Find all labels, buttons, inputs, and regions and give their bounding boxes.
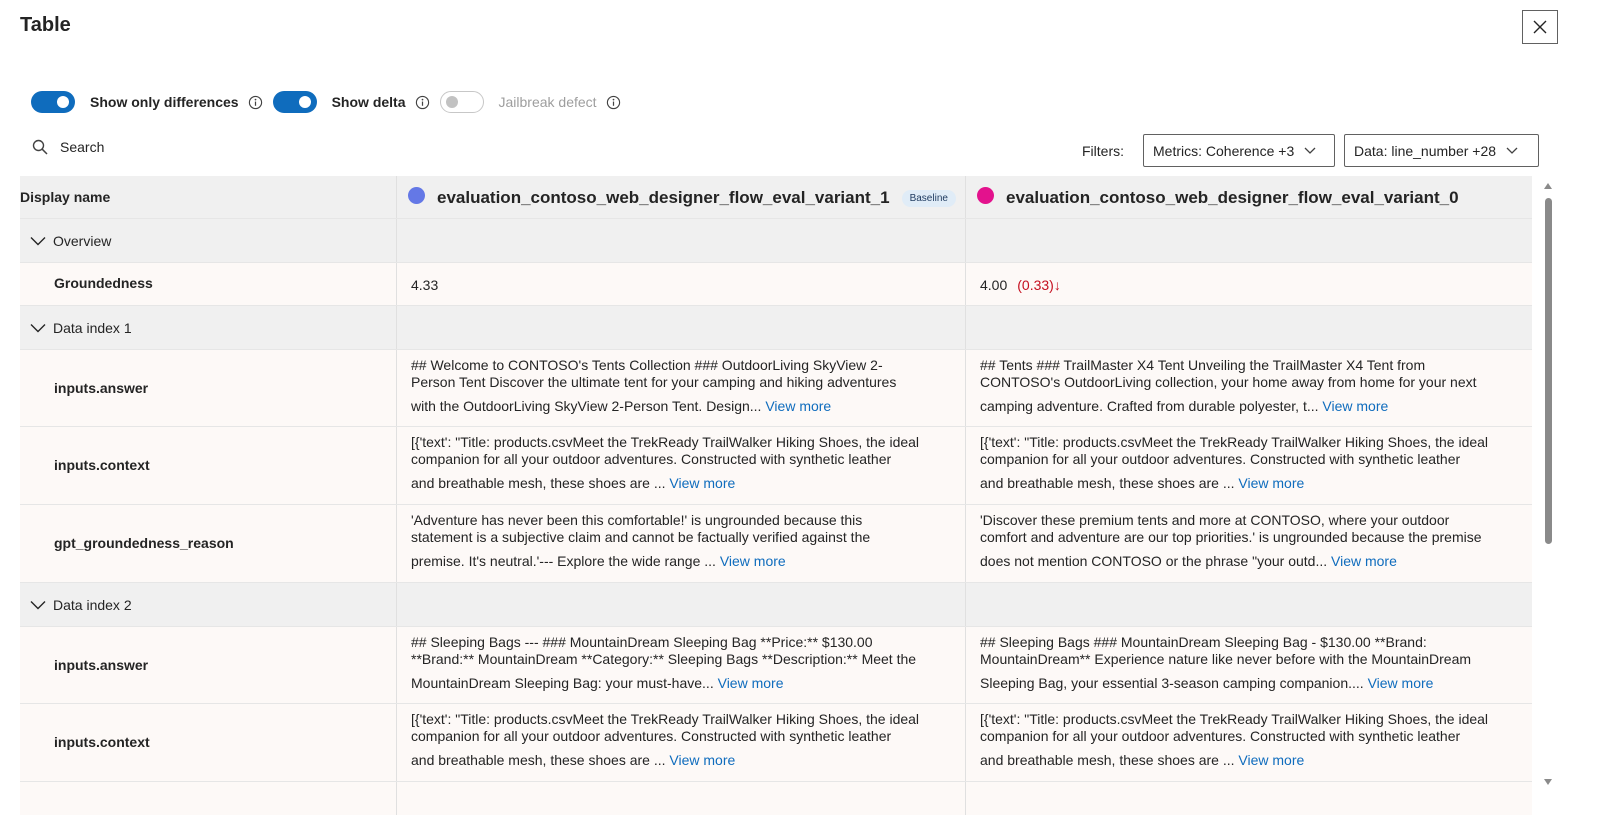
- jailbreak-defect-toggle[interactable]: [439, 91, 484, 113]
- chevron-down-icon: [30, 236, 46, 245]
- metric-name: Groundedness: [54, 275, 153, 291]
- chevron-down-icon: [30, 600, 46, 609]
- scrollbar-thumb[interactable]: [1545, 198, 1552, 544]
- view-more-link[interactable]: View more: [1238, 752, 1304, 768]
- baseline-badge: Baseline: [901, 189, 956, 207]
- table-row: inputs.answer ## Welcome to CONTOSO's Te…: [20, 350, 1532, 427]
- run-header-variant[interactable]: evaluation_contoso_web_designer_flow_eva…: [965, 176, 1532, 218]
- chevron-down-icon: [1304, 147, 1316, 155]
- group-toggle[interactable]: Overview: [20, 219, 396, 262]
- info-icon[interactable]: [606, 95, 621, 110]
- show-only-differences-label: Show only differences: [90, 94, 239, 110]
- metric-value: 4.33: [411, 277, 439, 293]
- group-label: Data index 1: [53, 319, 132, 336]
- run-name: evaluation_contoso_web_designer_flow_eva…: [437, 188, 890, 207]
- scroll-up-arrow-icon[interactable]: [1544, 183, 1552, 189]
- cell-text: 'Adventure has never been this comfortab…: [411, 512, 871, 569]
- vertical-scrollbar[interactable]: [1541, 180, 1555, 788]
- toggle-bar: Show only differences Show delta Jailbre…: [31, 91, 631, 113]
- info-icon[interactable]: [415, 95, 430, 110]
- close-button[interactable]: [1522, 10, 1558, 44]
- group-row-overview: Overview: [20, 219, 1532, 263]
- data-filter-dropdown[interactable]: Data: line_number +28: [1344, 134, 1539, 167]
- page-title: Table: [20, 14, 71, 36]
- search-box[interactable]: Search: [32, 139, 104, 155]
- delta-value: (0.33)↓: [1017, 277, 1061, 293]
- group-row-data-index-1: Data index 1: [20, 306, 1532, 350]
- cell-text: ## Welcome to CONTOSO's Tents Collection…: [411, 357, 897, 414]
- view-more-link[interactable]: View more: [1368, 675, 1434, 691]
- cell-text: ## Tents ### TrailMaster X4 Tent Unveili…: [980, 357, 1477, 414]
- group-label: Data index 2: [53, 596, 132, 613]
- view-more-link[interactable]: View more: [718, 675, 784, 691]
- metric-name: inputs.context: [54, 457, 150, 473]
- data-filter-value: Data: line_number +28: [1354, 142, 1497, 159]
- show-delta-label: Show delta: [331, 94, 406, 110]
- table-row: inputs.answer ## Sleeping Bags --- ### M…: [20, 627, 1532, 704]
- view-more-link[interactable]: View more: [765, 398, 831, 414]
- table-header-row: Display name evaluation_contoso_web_desi…: [20, 176, 1532, 219]
- display-name-header[interactable]: Display name: [20, 176, 396, 218]
- run-color-dot: [408, 186, 425, 204]
- metric-value: 4.00: [980, 277, 1008, 293]
- search-placeholder: Search: [60, 139, 105, 155]
- run-name: evaluation_contoso_web_designer_flow_eva…: [1006, 188, 1459, 207]
- view-more-link[interactable]: View more: [669, 752, 735, 768]
- view-more-link[interactable]: View more: [1238, 475, 1304, 491]
- metrics-filter-dropdown[interactable]: Metrics: Coherence +3: [1143, 134, 1335, 167]
- cell-text: ## Sleeping Bags ### MountainDream Sleep…: [980, 634, 1472, 691]
- chevron-down-icon: [30, 323, 46, 332]
- view-more-link[interactable]: View more: [1331, 553, 1397, 569]
- group-toggle[interactable]: Data index 1: [20, 306, 396, 349]
- cell-text: [{'text': "Title: products.csvMeet the T…: [411, 434, 920, 491]
- run-header-baseline[interactable]: evaluation_contoso_web_designer_flow_eva…: [396, 176, 965, 218]
- jailbreak-defect-label: Jailbreak defect: [498, 94, 597, 110]
- chevron-down-icon: [1506, 147, 1518, 155]
- cell-text: [{'text': "Title: products.csvMeet the T…: [980, 711, 1489, 768]
- table-row: Groundedness 4.33 4.00 (0.33)↓: [20, 263, 1532, 306]
- table-row: gpt_groundedness_reason 'Adventure has n…: [20, 505, 1532, 583]
- group-row-data-index-2: Data index 2: [20, 583, 1532, 627]
- search-icon: [32, 139, 48, 155]
- view-more-link[interactable]: View more: [1322, 398, 1388, 414]
- view-more-link[interactable]: View more: [720, 553, 786, 569]
- filters-label: Filters:: [1082, 143, 1124, 159]
- info-icon[interactable]: [248, 95, 263, 110]
- comparison-table: Display name evaluation_contoso_web_desi…: [20, 176, 1532, 815]
- scroll-down-arrow-icon[interactable]: [1544, 779, 1552, 785]
- table-row: inputs.context [{'text': "Title: product…: [20, 704, 1532, 782]
- metric-value-with-delta: 4.00 (0.33)↓: [980, 277, 1061, 293]
- cell-text: [{'text': "Title: products.csvMeet the T…: [411, 711, 920, 768]
- table-row: [20, 782, 1532, 815]
- group-toggle[interactable]: Data index 2: [20, 583, 396, 626]
- cell-text: ## Sleeping Bags --- ### MountainDream S…: [411, 634, 917, 691]
- metric-name: inputs.answer: [54, 380, 149, 396]
- metric-name: inputs.context: [54, 734, 150, 750]
- cell-text: 'Discover these premium tents and more a…: [980, 512, 1482, 569]
- run-color-dot: [977, 186, 994, 204]
- group-label: Overview: [53, 232, 112, 249]
- cell-text: [{'text': "Title: products.csvMeet the T…: [980, 434, 1489, 491]
- metric-name: gpt_groundedness_reason: [54, 535, 234, 551]
- show-delta-toggle[interactable]: [272, 91, 317, 113]
- show-only-differences-toggle[interactable]: [31, 91, 75, 113]
- metric-name: inputs.answer: [54, 657, 149, 673]
- view-more-link[interactable]: View more: [669, 475, 735, 491]
- close-icon: [1533, 20, 1547, 34]
- table-row: inputs.context [{'text': "Title: product…: [20, 427, 1532, 505]
- metrics-filter-value: Metrics: Coherence +3: [1153, 142, 1295, 159]
